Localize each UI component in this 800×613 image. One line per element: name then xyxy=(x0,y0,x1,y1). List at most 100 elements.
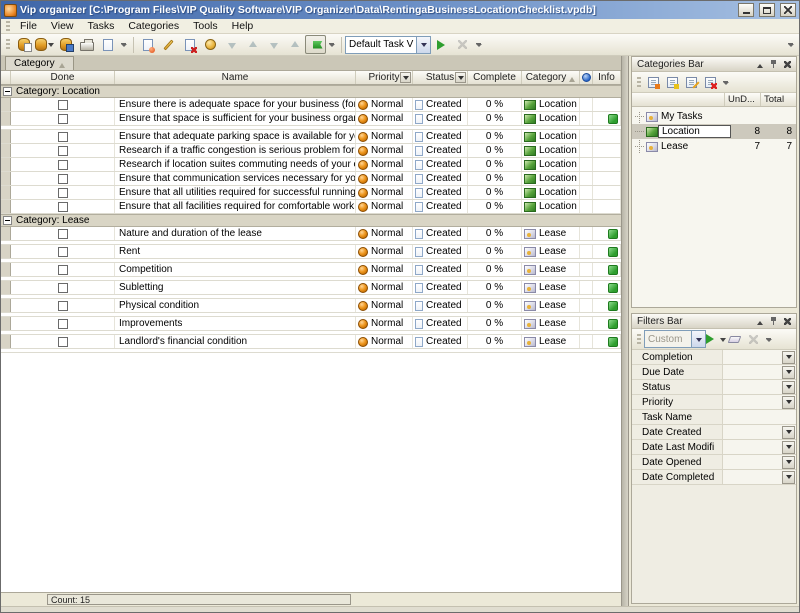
done-checkbox[interactable] xyxy=(58,146,68,156)
apply-filter-button[interactable] xyxy=(706,331,725,348)
header-category[interactable]: Category xyxy=(522,71,580,84)
task-row[interactable]: Subletting Normal Created 0 % Lease xyxy=(1,281,621,295)
new-database-button[interactable] xyxy=(13,35,34,54)
collapse-panel-button[interactable] xyxy=(753,58,766,70)
filters-bar-header[interactable]: Filters Bar xyxy=(632,314,796,329)
filter-value[interactable] xyxy=(722,365,796,379)
category-row-location[interactable]: Location 8 8 xyxy=(632,124,796,139)
done-checkbox[interactable] xyxy=(58,100,68,110)
header-attachment[interactable] xyxy=(580,71,593,84)
save-database-button[interactable] xyxy=(55,35,76,54)
task-row[interactable]: Physical condition Normal Created 0 % Le… xyxy=(1,299,621,313)
pin-panel-button[interactable] xyxy=(767,58,780,70)
menu-tasks[interactable]: Tasks xyxy=(81,20,122,32)
filter-value[interactable] xyxy=(722,455,796,469)
category-row-lease[interactable]: Lease 7 7 xyxy=(632,139,796,154)
filter-value[interactable] xyxy=(722,350,796,364)
done-checkbox[interactable] xyxy=(58,265,68,275)
done-checkbox[interactable] xyxy=(58,283,68,293)
header-complete[interactable]: Complete xyxy=(468,71,522,84)
overflow-chevron-icon[interactable] xyxy=(328,36,336,53)
menu-file[interactable]: File xyxy=(13,20,44,32)
complete-task-button[interactable] xyxy=(200,35,221,54)
task-row[interactable]: Ensure that space is sufficient for your… xyxy=(1,112,621,126)
done-checkbox[interactable] xyxy=(58,301,68,311)
header-info[interactable]: Info xyxy=(593,71,621,84)
menu-view[interactable]: View xyxy=(44,20,81,32)
flag-button[interactable] xyxy=(305,35,326,54)
done-checkbox[interactable] xyxy=(58,202,68,212)
filter-preset-combo[interactable]: Custom xyxy=(644,330,706,348)
overflow-chevron-icon[interactable] xyxy=(765,331,773,348)
filter-dropdown-icon[interactable] xyxy=(782,396,795,409)
add-task-button[interactable] xyxy=(137,35,158,54)
menu-tools[interactable]: Tools xyxy=(186,20,225,32)
delete-category-button[interactable] xyxy=(701,74,720,91)
done-checkbox[interactable] xyxy=(58,114,68,124)
menu-help[interactable]: Help xyxy=(225,20,261,32)
filter-value[interactable] xyxy=(722,425,796,439)
vertical-splitter[interactable] xyxy=(621,56,629,606)
done-checkbox[interactable] xyxy=(58,132,68,142)
pin-panel-button[interactable] xyxy=(767,315,780,327)
task-row[interactable]: Ensure there is adequate space for your … xyxy=(1,98,621,112)
filter-dropdown-icon[interactable] xyxy=(782,456,795,469)
header-status[interactable]: Status xyxy=(413,71,468,84)
filter-dropdown-icon[interactable] xyxy=(782,351,795,364)
minimize-button[interactable] xyxy=(738,3,754,17)
done-checkbox[interactable] xyxy=(58,337,68,347)
edit-category-button[interactable] xyxy=(682,74,701,91)
clear-filter-button[interactable] xyxy=(725,331,744,348)
print-button[interactable] xyxy=(76,35,97,54)
done-checkbox[interactable] xyxy=(58,229,68,239)
filter-value[interactable] xyxy=(722,395,796,409)
overflow-chevron-icon[interactable] xyxy=(120,36,128,53)
report-button[interactable] xyxy=(97,35,118,54)
filter-dropdown-icon[interactable] xyxy=(782,426,795,439)
filter-value[interactable] xyxy=(722,380,796,394)
close-panel-button[interactable] xyxy=(781,315,794,327)
collapse-panel-button[interactable] xyxy=(753,315,766,327)
done-checkbox[interactable] xyxy=(58,174,68,184)
done-checkbox[interactable] xyxy=(58,319,68,329)
filter-dropdown-icon[interactable] xyxy=(782,471,795,484)
header-priority[interactable]: Priority xyxy=(356,71,413,84)
restore-button[interactable] xyxy=(759,3,775,17)
filter-value[interactable] xyxy=(722,470,796,484)
apply-view-button[interactable] xyxy=(431,35,452,54)
status-filter-icon[interactable] xyxy=(455,72,466,83)
filter-value[interactable] xyxy=(722,410,796,424)
menu-categories[interactable]: Categories xyxy=(121,20,186,32)
header-name[interactable]: Name xyxy=(115,71,356,84)
filter-dropdown-icon[interactable] xyxy=(782,366,795,379)
group-row[interactable]: Category: Lease xyxy=(1,214,621,227)
task-row[interactable]: Competition Normal Created 0 % Lease xyxy=(1,263,621,277)
collapse-group-icon[interactable] xyxy=(3,216,12,225)
group-row[interactable]: Category: Location xyxy=(1,85,621,98)
group-by-category-tab[interactable]: Category xyxy=(5,56,74,70)
done-checkbox[interactable] xyxy=(58,188,68,198)
edit-task-button[interactable] xyxy=(158,35,179,54)
new-category-button[interactable] xyxy=(644,74,663,91)
done-checkbox[interactable] xyxy=(58,247,68,257)
task-row[interactable]: Ensure that all facilities required for … xyxy=(1,200,621,214)
overflow-chevron-icon[interactable] xyxy=(722,74,730,91)
done-checkbox[interactable] xyxy=(58,160,68,170)
combo-dropdown-icon[interactable] xyxy=(416,37,430,53)
task-row[interactable]: Landlord's financial condition Normal Cr… xyxy=(1,335,621,349)
task-row[interactable]: Nature and duration of the lease Normal … xyxy=(1,227,621,241)
task-row[interactable]: Improvements Normal Created 0 % Lease xyxy=(1,317,621,331)
header-total[interactable]: Total xyxy=(760,93,796,106)
task-row[interactable]: Rent Normal Created 0 % Lease xyxy=(1,245,621,259)
close-panel-button[interactable] xyxy=(781,58,794,70)
task-row[interactable]: Ensure that all utilities required for s… xyxy=(1,186,621,200)
titlebar[interactable]: Vip organizer [C:\Program Files\VIP Qual… xyxy=(1,1,799,19)
filter-dropdown-icon[interactable] xyxy=(782,441,795,454)
filter-dropdown-icon[interactable] xyxy=(782,381,795,394)
close-button[interactable] xyxy=(780,3,796,17)
filter-value[interactable] xyxy=(722,440,796,454)
task-row[interactable]: Research if a traffic congestion is seri… xyxy=(1,144,621,158)
open-database-button[interactable] xyxy=(34,35,55,54)
add-subcategory-button[interactable] xyxy=(663,74,682,91)
categories-bar-header[interactable]: Categories Bar xyxy=(632,57,796,72)
